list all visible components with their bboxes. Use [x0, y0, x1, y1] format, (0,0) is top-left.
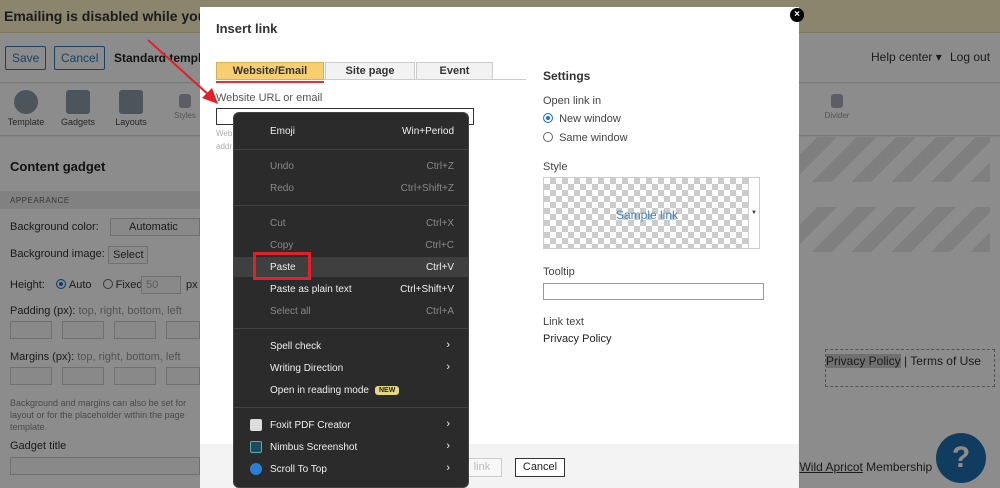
- menu-item-label: Redo: [270, 183, 294, 194]
- chevron-right-icon: ›: [446, 418, 450, 430]
- menu-item-redo[interactable]: Redo Ctrl+Shift+Z: [234, 178, 468, 198]
- menu-item-shortcut: Ctrl+Shift+Z: [400, 183, 454, 194]
- arrow-up-icon: [250, 463, 262, 475]
- menu-item-emoji[interactable]: Emoji Win+Period: [234, 121, 468, 141]
- menu-item-foxit[interactable]: Foxit PDF Creator ›: [234, 415, 468, 435]
- menu-item-label: Undo: [270, 161, 294, 172]
- menu-item-nimbus[interactable]: Nimbus Screenshot ›: [234, 437, 468, 457]
- chevron-down-icon[interactable]: ▼: [748, 178, 759, 248]
- style-label: Style: [543, 161, 568, 173]
- tooltip-input[interactable]: [543, 283, 764, 300]
- menu-item-shortcut: Ctrl+C: [425, 240, 454, 251]
- link-text-label: Link text: [543, 316, 584, 328]
- annotation-arrow-icon: [147, 39, 218, 104]
- link-text-value: Privacy Policy: [543, 333, 612, 345]
- pdf-icon: [250, 419, 262, 431]
- same-window-radio[interactable]: [543, 132, 553, 142]
- menu-item-writing-direction[interactable]: Writing Direction ›: [234, 358, 468, 378]
- menu-item-label: Emoji: [270, 126, 296, 137]
- tab-website-email[interactable]: Website/Email: [216, 62, 324, 80]
- menu-separator: [234, 328, 468, 329]
- active-tab-underline: [216, 81, 324, 83]
- new-window-radio[interactable]: [543, 113, 553, 123]
- url-hint-line: Web: [216, 129, 233, 138]
- menu-item-label: Copy: [270, 240, 294, 251]
- open-link-label: Open link in: [543, 95, 602, 107]
- screenshot-icon: [250, 441, 262, 453]
- same-window-option[interactable]: Same window: [543, 132, 628, 144]
- menu-item-label: Scroll To Top: [270, 464, 327, 475]
- style-select[interactable]: Sample link ▼: [543, 177, 760, 249]
- chevron-right-icon: ›: [446, 462, 450, 474]
- menu-item-label: Paste as plain text: [270, 284, 352, 295]
- menu-item-reading-mode[interactable]: Open in reading mode NEW: [234, 380, 468, 400]
- menu-separator: [234, 407, 468, 408]
- settings-heading: Settings: [543, 69, 591, 83]
- menu-item-shortcut: Ctrl+Z: [426, 161, 455, 172]
- menu-item-shortcut: Ctrl+V: [425, 262, 454, 273]
- menu-item-undo[interactable]: Undo Ctrl+Z: [234, 156, 468, 176]
- url-hint-line: addr: [216, 142, 233, 151]
- menu-item-shortcut: Ctrl+A: [425, 306, 454, 317]
- menu-item-label: Nimbus Screenshot: [270, 442, 358, 453]
- close-icon[interactable]: ×: [790, 8, 804, 22]
- dialog-cancel-button[interactable]: Cancel: [515, 458, 565, 477]
- paste-highlight-box: [253, 252, 311, 280]
- url-label: Website URL or email: [216, 92, 323, 104]
- menu-item-spell-check[interactable]: Spell check ›: [234, 336, 468, 356]
- same-window-label: Same window: [559, 132, 628, 144]
- new-window-option[interactable]: New window: [543, 113, 621, 125]
- menu-item-shortcut: Ctrl+X: [425, 218, 454, 229]
- menu-item-label: Spell check: [270, 341, 322, 352]
- menu-item-scroll-top[interactable]: Scroll To Top ›: [234, 459, 468, 479]
- menu-item-label: Open in reading mode NEW: [270, 385, 400, 396]
- new-badge: NEW: [374, 386, 400, 395]
- tab-site-page[interactable]: Site page: [325, 62, 415, 80]
- new-window-label: New window: [559, 113, 621, 125]
- dialog-title: Insert link: [216, 21, 278, 36]
- tooltip-label: Tooltip: [543, 266, 575, 278]
- menu-separator: [234, 205, 468, 206]
- menu-item-shortcut: Ctrl+Shift+V: [400, 284, 454, 295]
- chevron-right-icon: ›: [446, 440, 450, 452]
- menu-item-label: Select all: [270, 306, 311, 317]
- style-sample: Sample link: [615, 208, 679, 222]
- menu-separator: [234, 149, 468, 150]
- context-menu: Emoji Win+Period Undo Ctrl+Z Redo Ctrl+S…: [233, 112, 469, 488]
- menu-item-paste-plain[interactable]: Paste as plain text Ctrl+Shift+V: [234, 279, 468, 299]
- reading-mode-text: Open in reading mode: [270, 385, 369, 396]
- url-hint: Web addr: [216, 127, 232, 153]
- tab-event[interactable]: Event: [416, 62, 493, 80]
- menu-item-label: Foxit PDF Creator: [270, 420, 351, 431]
- menu-item-select-all[interactable]: Select all Ctrl+A: [234, 301, 468, 321]
- menu-item-label: Writing Direction: [270, 363, 344, 374]
- chevron-right-icon: ›: [446, 361, 450, 373]
- menu-item-cut[interactable]: Cut Ctrl+X: [234, 213, 468, 233]
- menu-item-shortcut: Win+Period: [402, 126, 454, 137]
- menu-item-label: Cut: [270, 218, 286, 229]
- chevron-right-icon: ›: [446, 339, 450, 351]
